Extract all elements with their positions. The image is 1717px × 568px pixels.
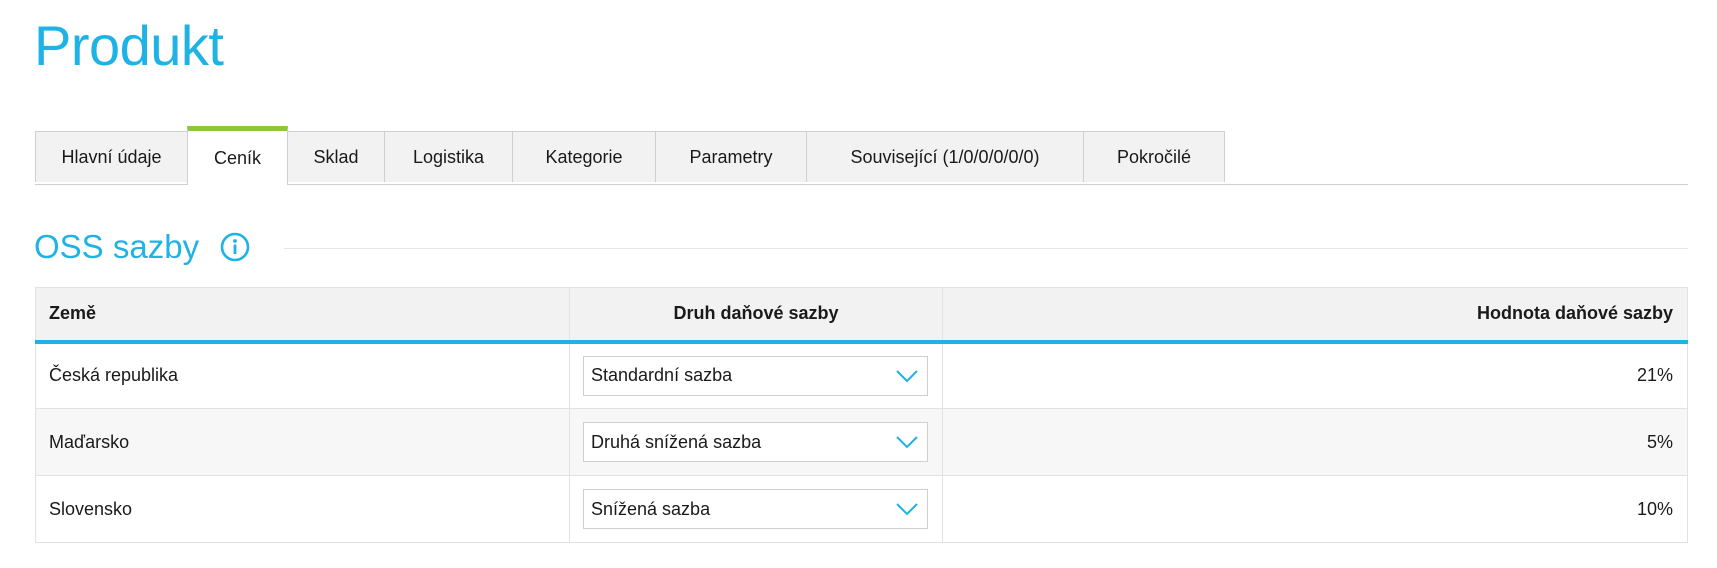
column-header-rate-type[interactable]: Druh daňové sazby bbox=[569, 287, 943, 344]
rate-type-select[interactable]: Standardní sazba bbox=[583, 355, 928, 396]
section-title: OSS sazby bbox=[34, 228, 200, 265]
tab-logistika[interactable]: Logistika bbox=[384, 131, 513, 182]
tab-bar: Hlavní údaje Ceník Sklad Logistika Kateg… bbox=[35, 126, 1688, 185]
tab-pokrocile[interactable]: Pokročilé bbox=[1083, 131, 1225, 182]
table-row: Česká republika Standardní sazba 21% bbox=[35, 341, 1688, 409]
oss-rates-table: Země Druh daňové sazby Hodnota daňové sa… bbox=[35, 287, 1688, 543]
country-cell: Maďarsko bbox=[35, 408, 570, 476]
tab-souvisejici[interactable]: Související (1/0/0/0/0/0) bbox=[806, 131, 1084, 182]
tab-sklad[interactable]: Sklad bbox=[287, 131, 385, 182]
table-row: Maďarsko Druhá snížená sazba 5% bbox=[35, 408, 1688, 476]
rate-value-cell: 10% bbox=[942, 475, 1688, 543]
tab-hlavni-udaje[interactable]: Hlavní údaje bbox=[35, 131, 188, 182]
rate-type-selected-value: Standardní sazba bbox=[591, 365, 733, 386]
table-header-row: Země Druh daňové sazby Hodnota daňové sa… bbox=[35, 287, 1688, 344]
rate-type-cell: Snížená sazba bbox=[569, 475, 943, 543]
chevron-down-icon bbox=[896, 503, 918, 516]
page-title: Produkt bbox=[34, 14, 224, 77]
tab-cenik[interactable]: Ceník bbox=[187, 126, 288, 185]
section-divider bbox=[284, 248, 1688, 249]
table-row: Slovensko Snížená sazba 10% bbox=[35, 475, 1688, 543]
rate-type-cell: Druhá snížená sazba bbox=[569, 408, 943, 476]
rate-type-select[interactable]: Druhá snížená sazba bbox=[583, 422, 928, 462]
country-cell: Slovensko bbox=[35, 475, 570, 543]
info-icon[interactable] bbox=[220, 232, 250, 262]
chevron-down-icon bbox=[896, 436, 918, 449]
tab-parametry[interactable]: Parametry bbox=[655, 131, 807, 182]
rate-type-select[interactable]: Snížená sazba bbox=[583, 489, 928, 529]
chevron-down-icon bbox=[896, 370, 918, 383]
rate-type-selected-value: Druhá snížená sazba bbox=[591, 431, 762, 452]
column-header-country[interactable]: Země bbox=[35, 287, 570, 344]
rate-value-cell: 5% bbox=[942, 408, 1688, 476]
column-header-rate-value[interactable]: Hodnota daňové sazby bbox=[942, 287, 1688, 344]
section-header: OSS sazby bbox=[34, 222, 1688, 272]
country-cell: Česká republika bbox=[35, 341, 570, 409]
rate-type-cell: Standardní sazba bbox=[569, 341, 943, 409]
tab-kategorie[interactable]: Kategorie bbox=[512, 131, 656, 182]
rate-value-cell: 21% bbox=[942, 341, 1688, 409]
rate-type-selected-value: Snížená sazba bbox=[591, 498, 711, 519]
